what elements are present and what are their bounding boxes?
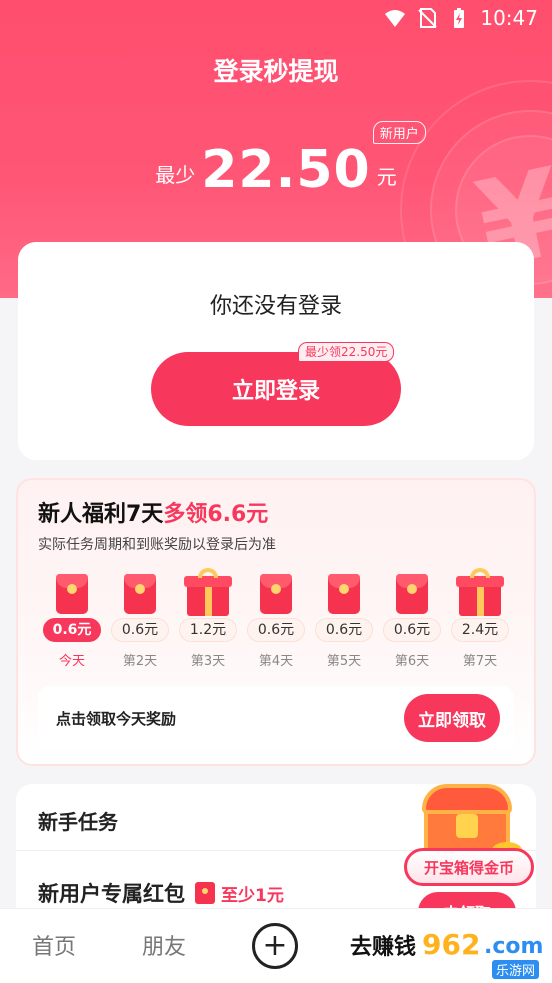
amount-unit: 元 bbox=[376, 165, 397, 189]
day-item[interactable]: 2.4元 第7天 bbox=[448, 568, 512, 669]
day-amount: 0.6元 bbox=[43, 618, 101, 642]
day-list: 0.6元 今天 0.6元 第2天 1.2元 第3天 0.6元 第4天 0.6元 … bbox=[40, 568, 516, 670]
chest-lid bbox=[422, 784, 512, 814]
gift-box-icon bbox=[183, 568, 233, 616]
task-heading: 新手任务 bbox=[38, 810, 118, 834]
plus-icon[interactable]: + bbox=[252, 923, 298, 969]
welfare-subtitle: 实际任务周期和到账奖励以登录后为准 bbox=[38, 537, 276, 553]
welfare-title-highlight: 多领6.6元 bbox=[163, 502, 269, 527]
day-label: 第4天 bbox=[258, 654, 294, 669]
amount-unit-wrap: 新用户 元 bbox=[372, 121, 426, 190]
day-label: 今天 bbox=[58, 654, 85, 669]
open-chest-label[interactable]: 开宝箱得金币 bbox=[404, 848, 534, 886]
wifi-icon bbox=[384, 7, 406, 29]
day-item[interactable]: 1.2元 第3天 bbox=[176, 568, 240, 669]
welfare-title-main: 新人福利7天 bbox=[38, 502, 164, 527]
red-envelope-icon bbox=[115, 570, 165, 616]
day-item[interactable]: 0.6元 第6天 bbox=[380, 570, 444, 669]
day-amount: 2.4元 bbox=[451, 618, 509, 642]
amount-value: 22.50 bbox=[201, 140, 371, 200]
day-item[interactable]: 0.6元 第2天 bbox=[108, 570, 172, 669]
page-title: 登录秒提现 bbox=[213, 57, 339, 86]
new-user-welfare-card: 新人福利7天多领6.6元 实际任务周期和到账奖励以登录后为准 0.6元 今天 0… bbox=[16, 478, 536, 766]
site-watermark: 962 .com 乐游网 bbox=[414, 928, 550, 982]
day-item[interactable]: 0.6元 第5天 bbox=[312, 570, 376, 669]
lightning-icon bbox=[456, 814, 478, 838]
day-amount: 1.2元 bbox=[179, 618, 237, 642]
battery-charging-icon bbox=[448, 7, 470, 29]
task-name: 新用户专属红包 bbox=[38, 882, 185, 906]
status-time: 10:47 bbox=[480, 6, 538, 30]
nav-friends[interactable]: 朋友 bbox=[142, 929, 186, 961]
day-item[interactable]: 0.6元 第4天 bbox=[244, 570, 308, 669]
not-logged-in-message: 你还没有登录 bbox=[209, 294, 342, 319]
day-amount: 0.6元 bbox=[383, 618, 441, 642]
claim-today-bar: 点击领取今天奖励 立即领取 bbox=[38, 686, 514, 750]
task-reward: 至少1元 bbox=[221, 885, 284, 906]
login-card: 你还没有登录 立即登录 最少领22.50元 bbox=[18, 242, 534, 460]
day-amount: 0.6元 bbox=[247, 618, 305, 642]
day-amount: 0.6元 bbox=[111, 618, 169, 642]
red-envelope-icon bbox=[251, 570, 301, 616]
watermark-domain: .com bbox=[484, 934, 544, 959]
day-amount: 0.6元 bbox=[315, 618, 373, 642]
watermark-site-name: 乐游网 bbox=[492, 960, 540, 979]
status-bar: 10:47 bbox=[0, 0, 552, 36]
login-bonus-tag: 最少领22.50元 bbox=[298, 342, 395, 362]
welfare-title: 新人福利7天多领6.6元 bbox=[38, 496, 268, 528]
gift-box-icon bbox=[455, 568, 505, 616]
day-label: 第7天 bbox=[462, 654, 498, 669]
day-item[interactable]: 0.6元 今天 bbox=[40, 570, 104, 669]
nav-earn[interactable]: 去赚钱 bbox=[350, 929, 416, 961]
task-item[interactable]: 新用户专属红包 至少1元 bbox=[38, 878, 284, 908]
day-label: 第2天 bbox=[122, 654, 158, 669]
day-label: 第5天 bbox=[326, 654, 362, 669]
day-label: 第3天 bbox=[190, 654, 226, 669]
watermark-number: 962 bbox=[422, 928, 481, 961]
red-envelope-icon bbox=[319, 570, 369, 616]
login-button[interactable]: 立即登录 bbox=[151, 352, 401, 426]
min-withdraw-amount: 最少 22.50 新用户 元 bbox=[0, 121, 552, 200]
red-envelope-icon bbox=[47, 570, 97, 616]
amount-prefix: 最少 bbox=[155, 163, 196, 187]
claim-now-button[interactable]: 立即领取 bbox=[404, 694, 500, 742]
nav-home[interactable]: 首页 bbox=[32, 929, 76, 961]
new-user-badge: 新用户 bbox=[372, 121, 426, 144]
no-sim-icon bbox=[416, 7, 438, 29]
red-envelope-icon bbox=[387, 570, 437, 616]
claim-today-text: 点击领取今天奖励 bbox=[56, 710, 177, 728]
day-label: 第6天 bbox=[394, 654, 430, 669]
red-envelope-icon bbox=[195, 882, 215, 904]
